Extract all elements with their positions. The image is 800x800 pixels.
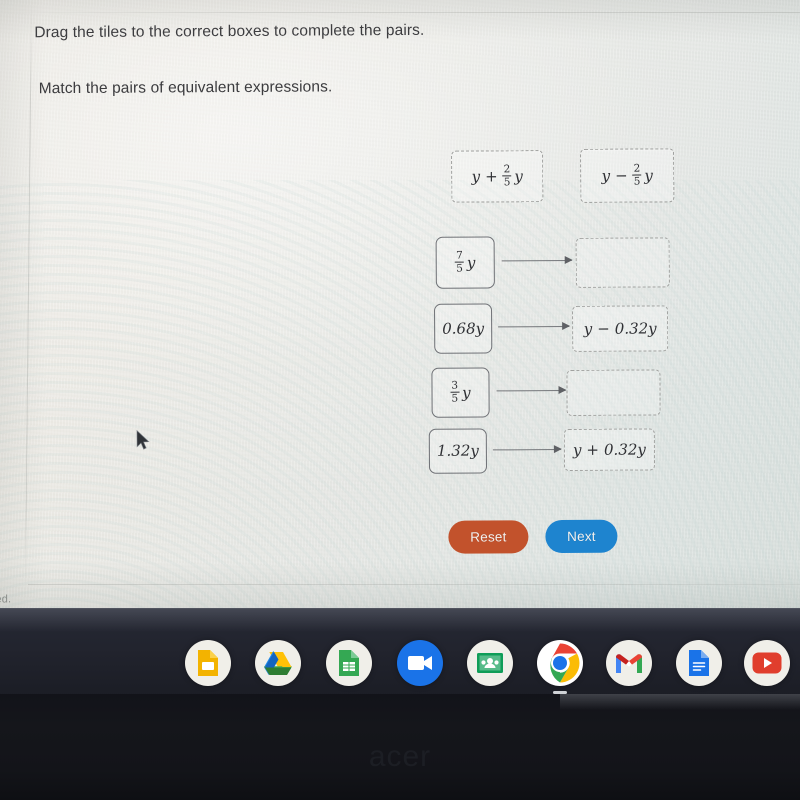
expression-three-fifths-y: 3 5 y [450, 379, 471, 405]
expression-y-plus-two-fifths-y: y + 2 5 y [471, 163, 523, 189]
arrow-head-icon [564, 255, 573, 264]
arrow-shaft [492, 449, 561, 451]
expr-term: 0.32y [603, 440, 646, 459]
acer-brand-logo: acer [368, 740, 432, 773]
arrow-row-2 [498, 321, 571, 331]
expression-seven-fifths-y: 7 5 y [455, 249, 476, 275]
expr-variable: y [583, 319, 593, 338]
expr-variable: y [466, 253, 476, 272]
arrow-shaft [501, 259, 572, 262]
footer-copyright-text: rved. [0, 593, 12, 606]
fraction-denominator: 5 [456, 262, 463, 275]
source-tile-three-fifths-y[interactable]: 3 5 y [431, 367, 490, 418]
fraction-seven-fifths: 7 5 [455, 249, 464, 275]
arrow-row-4 [492, 444, 562, 454]
fraction-numerator: 7 [456, 249, 463, 262]
google-slides-icon[interactable] [185, 640, 231, 686]
fraction-numerator: 2 [633, 162, 641, 175]
mouse-cursor-icon [136, 429, 150, 450]
google-chrome-icon[interactable] [537, 640, 583, 686]
google-drive-icon[interactable] [255, 640, 301, 686]
drop-box-row-4[interactable]: y + 0.32y [563, 428, 656, 472]
google-sheets-icon[interactable] [326, 640, 372, 686]
expr-variable: y [572, 440, 582, 459]
expr-variable-2: y [644, 165, 653, 185]
expr-operator: + [586, 440, 600, 459]
google-classroom-icon[interactable] [467, 640, 513, 686]
fraction-denominator: 5 [503, 175, 511, 188]
expr-variable: y [462, 383, 471, 402]
source-tile-1-32y[interactable]: 1.32y [428, 428, 488, 474]
taskbar-dock [0, 0, 800, 694]
expr-variable: y [471, 167, 481, 186]
expr-operator: + [485, 166, 498, 185]
screenshot-root: Drag the tiles to the correct boxes to c… [0, 0, 800, 800]
drop-box-row-2[interactable]: y − 0.32y [572, 305, 669, 352]
drop-box-row-1[interactable] [575, 237, 670, 288]
fraction-two-fifths: 2 5 [502, 163, 512, 188]
gmail-icon[interactable] [606, 640, 652, 686]
drop-box-row-3[interactable] [566, 369, 661, 416]
tile-y-plus-two-fifths-y[interactable]: y + 2 5 y [451, 150, 544, 203]
expr-operator: − [615, 166, 628, 185]
arrow-head-icon [553, 445, 562, 454]
expr-term: 0.32y [614, 318, 657, 338]
reset-button[interactable]: Reset [448, 520, 529, 554]
expr-variable: y [601, 166, 611, 185]
expression-1-32y: 1.32y [436, 441, 479, 460]
fraction-denominator: 5 [633, 175, 641, 188]
source-tile-seven-fifths-y[interactable]: 7 5 y [435, 236, 495, 289]
arrow-shaft [496, 389, 566, 392]
youtube-icon[interactable] [744, 640, 790, 686]
expr-operator: − [597, 319, 610, 338]
expr-variable-2: y [514, 166, 523, 185]
fraction-three-fifths: 3 5 [450, 379, 460, 405]
fraction-numerator: 2 [503, 163, 511, 176]
arrow-row-3 [496, 385, 567, 395]
source-tile-0-68y[interactable]: 0.68y [433, 303, 493, 354]
arrow-shaft [498, 325, 570, 328]
expression-y-minus-two-fifths-y: y − 2 5 y [601, 162, 653, 188]
fraction-two-fifths: 2 5 [632, 162, 642, 188]
laptop-screen: Drag the tiles to the correct boxes to c… [0, 0, 800, 610]
page-content: Drag the tiles to the correct boxes to c… [0, 0, 800, 610]
fraction-denominator: 5 [451, 392, 459, 405]
google-meet-icon[interactable] [397, 640, 443, 686]
tile-y-minus-two-fifths-y[interactable]: y − 2 5 y [580, 148, 675, 203]
google-docs-icon[interactable] [676, 640, 722, 686]
next-button[interactable]: Next [545, 519, 618, 554]
expression-y-minus-0-32y: y − 0.32y [583, 318, 657, 338]
expression-0-68y: 0.68y [442, 318, 485, 338]
arrow-head-icon [562, 321, 571, 331]
fraction-numerator: 3 [451, 379, 459, 392]
arrow-row-1 [501, 255, 573, 265]
arrow-head-icon [558, 385, 567, 395]
expression-y-plus-0-32y: y + 0.32y [572, 440, 646, 459]
